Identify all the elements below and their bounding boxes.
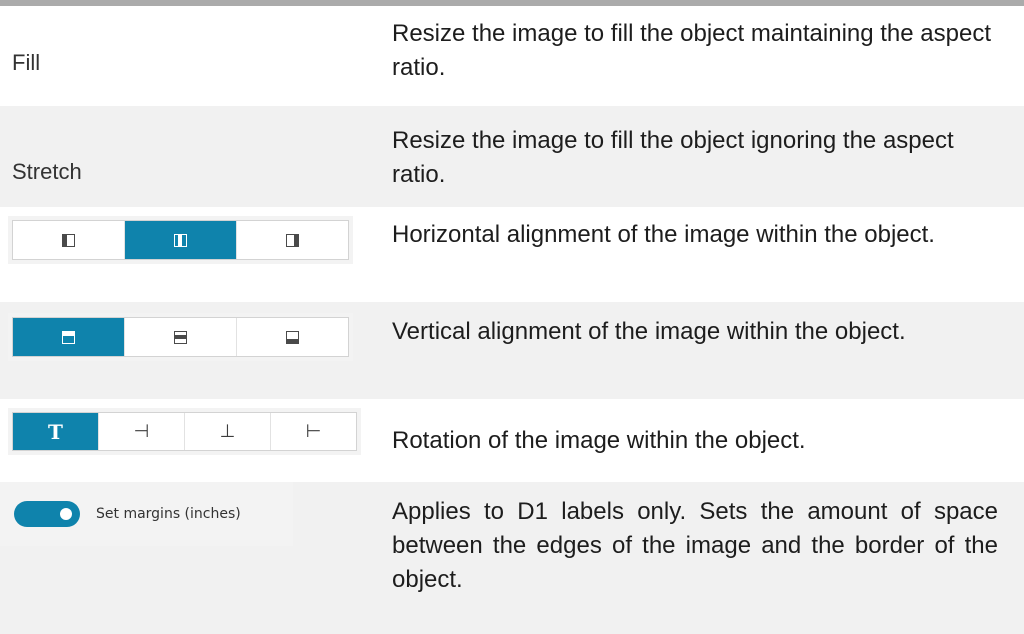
rotation-90-button[interactable]: ⊣: [99, 413, 185, 450]
rotation-270-button[interactable]: ⊢: [271, 413, 356, 450]
rotation-0-button[interactable]: T: [13, 413, 99, 450]
horizontal-alignment-control-cell: [0, 207, 392, 302]
align-center-icon: [174, 233, 187, 247]
align-top-icon: [62, 330, 75, 344]
align-left-button[interactable]: [13, 221, 125, 259]
align-right-icon: [286, 233, 299, 247]
align-right-button[interactable]: [237, 221, 348, 259]
fill-row: Fill Resize the image to fill the object…: [0, 6, 1024, 106]
align-bottom-button[interactable]: [237, 318, 348, 356]
align-bottom-icon: [286, 330, 299, 344]
margins-description: Applies to D1 labels only. Sets the amou…: [392, 498, 998, 593]
rotation-description: Rotation of the image within the object.: [392, 427, 806, 454]
vertical-alignment-description: Vertical alignment of the image within t…: [392, 318, 906, 345]
fill-row-label-cell: Fill: [0, 6, 392, 106]
horizontal-alignment-row: Horizontal alignment of the image within…: [0, 207, 1024, 302]
align-left-icon: [62, 233, 75, 247]
vertical-alignment-row: Vertical alignment of the image within t…: [0, 302, 1024, 399]
align-top-button[interactable]: [13, 318, 125, 356]
rotation-0-icon: T: [48, 419, 63, 444]
margins-control-cell: Set margins (inches): [0, 482, 392, 634]
align-middle-button[interactable]: [125, 318, 237, 356]
rotation-row: T ⊣ ⊥ ⊢ Rotation of the image within the…: [0, 399, 1024, 482]
rotation-180-button[interactable]: ⊥: [185, 413, 271, 450]
rotation-group: T ⊣ ⊥ ⊢: [12, 412, 357, 451]
rotation-90-icon: ⊣: [133, 421, 150, 442]
stretch-row-label-cell: Stretch: [0, 106, 392, 207]
rotation-180-icon: ⊥: [219, 421, 236, 442]
margins-description-cell: Applies to D1 labels only. Sets the amou…: [392, 482, 1024, 634]
margins-toggle-panel: Set margins (inches): [0, 482, 293, 546]
toggle-knob-icon: [60, 508, 72, 520]
stretch-description: Resize the image to fill the object igno…: [392, 127, 954, 188]
rotation-270-icon: ⊢: [305, 421, 322, 442]
vertical-alignment-group: [12, 317, 349, 357]
align-center-button[interactable]: [125, 221, 237, 259]
stretch-label: Stretch: [12, 158, 82, 184]
margins-toggle-label: Set margins (inches): [96, 506, 241, 522]
vertical-alignment-control-cell: [0, 302, 392, 399]
horizontal-alignment-group: [12, 220, 349, 260]
align-middle-icon: [174, 330, 187, 344]
margins-row: Set margins (inches) Applies to D1 label…: [0, 482, 1024, 634]
margins-toggle-switch[interactable]: [14, 501, 80, 527]
stretch-row: Stretch Resize the image to fill the obj…: [0, 106, 1024, 207]
fill-label: Fill: [12, 50, 41, 75]
horizontal-alignment-description: Horizontal alignment of the image within…: [392, 221, 935, 248]
fill-description: Resize the image to fill the object main…: [392, 20, 992, 81]
rotation-control-cell: T ⊣ ⊥ ⊢: [0, 399, 392, 482]
